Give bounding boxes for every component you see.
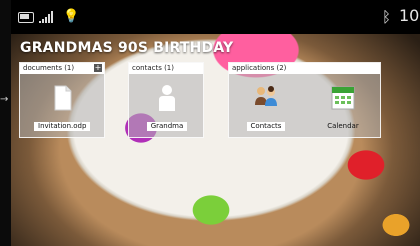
contact-item[interactable]: Grandma [139,81,195,133]
applications-panel: applications (2) Contacts Calendar [228,62,381,138]
item-label: Invitation.odp [34,122,91,131]
app-item-contacts[interactable]: Contacts [238,81,294,133]
bluetooth-icon: ᛒ [382,8,392,26]
signal-icon [39,11,53,23]
document-icon [54,85,72,111]
document-item[interactable]: Invitation.odp [34,81,91,133]
calendar-app-icon [331,86,355,110]
lightbulb-icon: 💡 [63,9,80,24]
documents-panel: documents (1) + Invitation.odp [19,62,105,138]
panel-header: applications (2) [229,63,380,74]
battery-icon [18,12,34,23]
panel-header: contacts (1) [129,63,203,74]
arrow-icon: → [0,94,9,105]
contacts-app-icon [255,86,277,106]
item-label: Contacts [246,122,286,131]
app-item-calendar[interactable]: Calendar [315,81,371,133]
add-icon[interactable]: + [94,64,102,72]
panel-header: documents (1) [20,63,104,74]
person-icon [159,85,175,111]
contacts-panel: contacts (1) Grandma [128,62,204,138]
item-label: Calendar [327,122,359,130]
status-bar: 💡 ᛒ 10:4 [11,0,420,34]
activity-title: GRANDMAS 90S BIRTHDAY [20,40,234,56]
item-label: Grandma [146,122,188,131]
clock: 10:4 [399,6,420,25]
